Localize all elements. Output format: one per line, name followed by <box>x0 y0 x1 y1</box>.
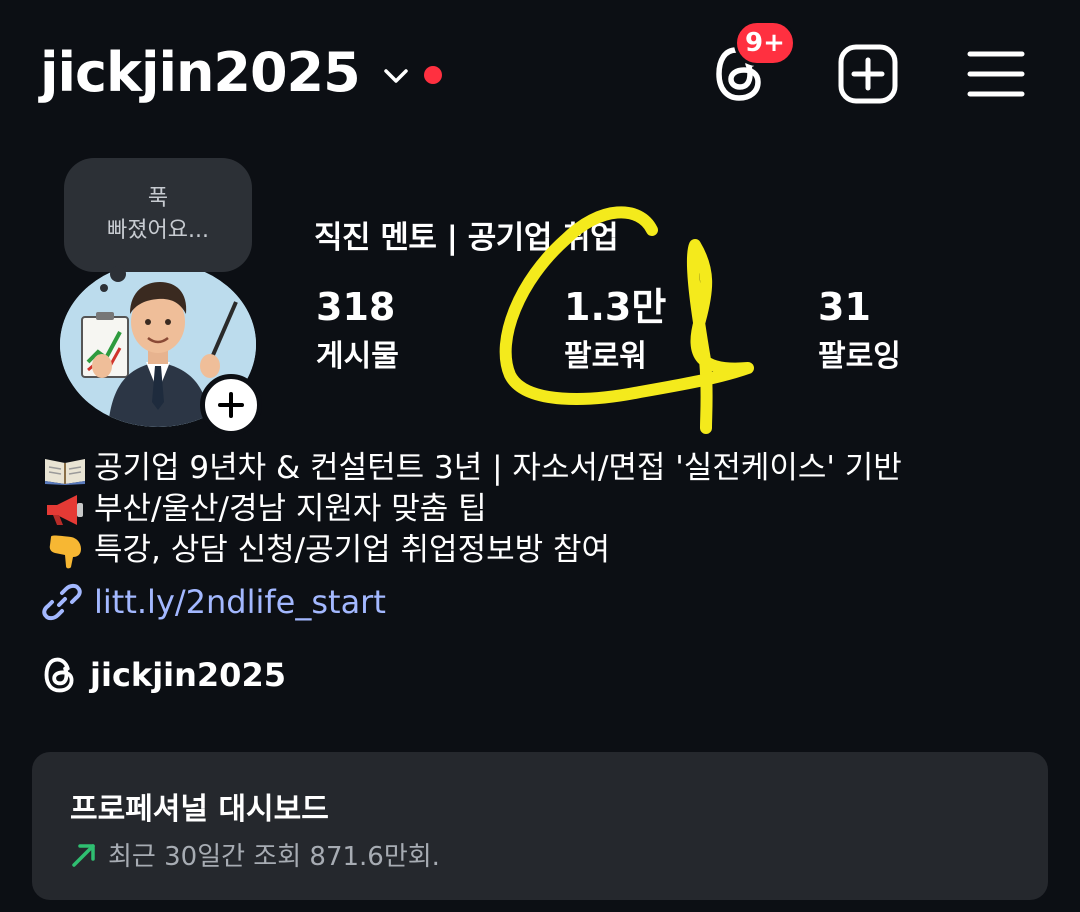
hamburger-menu-icon <box>967 51 1025 97</box>
dashboard-subtitle: 최근 30일간 조회 871.6만회. <box>108 842 440 872</box>
account-switcher[interactable]: jickjin2025 <box>40 38 442 108</box>
note-bubble-tail-small <box>100 284 108 292</box>
profile-header: jickjin2025 9+ <box>0 0 1080 150</box>
chevron-down-icon <box>383 69 408 83</box>
following-label: 팔로잉 <box>818 339 901 374</box>
display-name: 직진 멘토 | 공기업 취업 <box>314 220 619 256</box>
book-icon <box>42 452 88 486</box>
bio-line-3: 특강, 상담 신청/공기업 취업정보방 참여 <box>42 530 902 571</box>
menu-button[interactable] <box>962 40 1030 108</box>
bio-line-2: 부산/울산/경남 지원자 맞춤 팁 <box>42 489 902 530</box>
professional-dashboard-card[interactable]: 프로페셔널 대시보드 최근 30일간 조회 871.6만회. <box>32 752 1048 900</box>
plus-icon <box>218 392 244 418</box>
dashboard-subtitle-row: 최근 30일간 조회 871.6만회. <box>70 836 440 873</box>
note-bubble-tail <box>110 266 126 282</box>
posts-count: 318 <box>316 285 396 329</box>
note-text-line1: 푹 <box>147 186 169 211</box>
stat-posts[interactable]: 318 게시물 <box>316 282 399 382</box>
posts-label: 게시물 <box>316 339 399 374</box>
following-count: 31 <box>818 285 871 329</box>
trend-up-arrow-icon <box>72 843 95 867</box>
bio-line-1: 공기업 9년차 & 컨설턴트 3년 | 자소서/면접 '실전케이스' 기반 <box>42 448 902 489</box>
bio-link-text: litt.ly/2ndlife_start <box>94 583 386 621</box>
threads-handle: jickjin2025 <box>90 656 286 694</box>
bio-link[interactable]: litt.ly/2ndlife_start <box>42 582 386 622</box>
link-icon <box>42 583 82 621</box>
stat-following[interactable]: 31 팔로잉 <box>818 282 901 382</box>
threads-profile-link[interactable]: jickjin2025 <box>42 655 286 695</box>
bio: 공기업 9년차 & 컨설턴트 3년 | 자소서/면접 '실전케이스' 기반 부산… <box>42 448 902 571</box>
profile-note[interactable]: 푹 빠졌어요... <box>64 158 252 272</box>
note-text-line2: 빠졌어요... <box>107 218 209 243</box>
username-title: jickjin2025 <box>40 41 361 104</box>
bio-text-3: 특강, 상담 신청/공기업 취업정보방 참여 <box>94 532 611 568</box>
create-button[interactable] <box>834 40 902 108</box>
followers-count: 1.3만 <box>564 285 667 329</box>
threads-icon <box>44 657 74 693</box>
notification-badge: 9+ <box>734 20 796 66</box>
bio-text-2: 부산/울산/경남 지원자 맞춤 팁 <box>94 491 487 527</box>
pointing-down-hand-icon <box>42 534 88 568</box>
followers-label: 팔로워 <box>564 339 647 374</box>
unread-dot <box>423 66 442 84</box>
dashboard-title: 프로페셔널 대시보드 <box>70 792 329 827</box>
stat-followers[interactable]: 1.3만 팔로워 <box>564 282 666 382</box>
bio-text-1: 공기업 9년차 & 컨설턴트 3년 | 자소서/면접 '실전케이스' 기반 <box>94 450 902 486</box>
megaphone-icon <box>42 493 88 527</box>
plus-square-icon <box>838 44 898 104</box>
add-story-button[interactable] <box>200 374 262 436</box>
